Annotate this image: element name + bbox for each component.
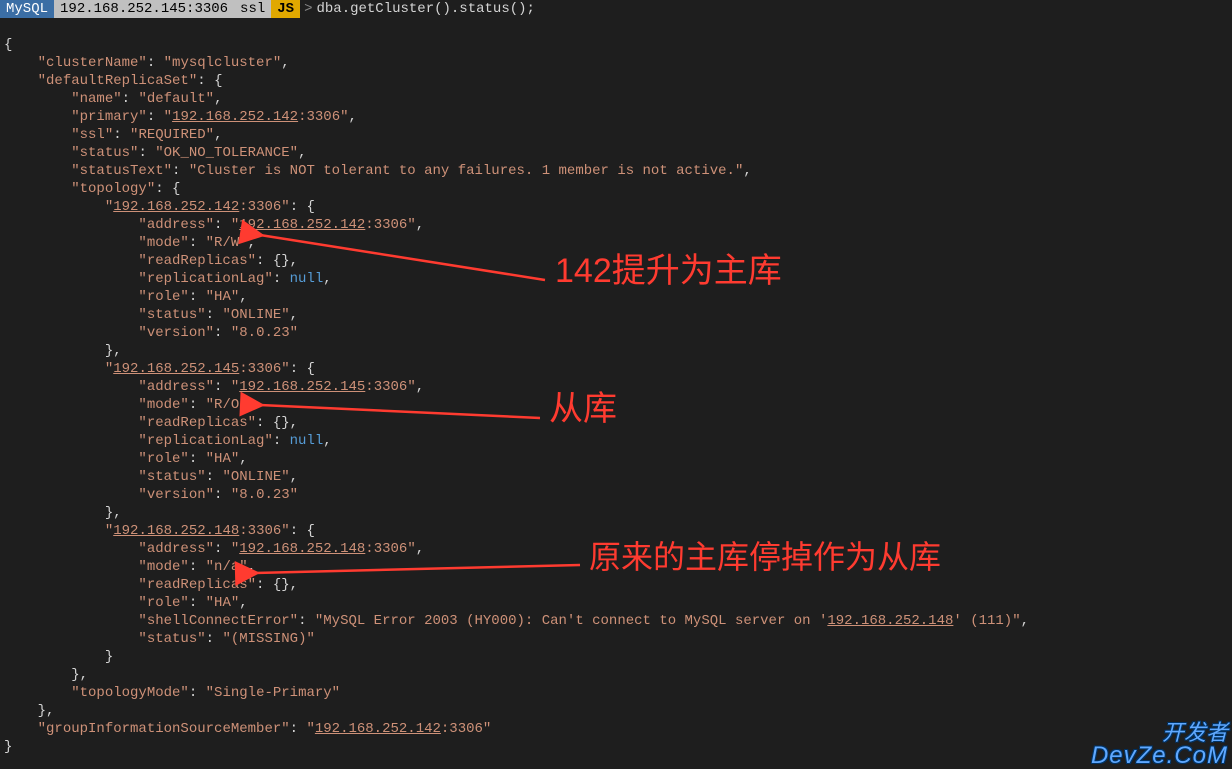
badge-host: 192.168.252.145:3306 bbox=[54, 0, 234, 18]
badge-ssl: ssl bbox=[234, 0, 271, 18]
shell-prompt-bar: MySQL 192.168.252.145:3306 ssl JS > dba.… bbox=[0, 0, 1232, 18]
badge-language-js: JS bbox=[271, 0, 300, 18]
shell-command[interactable]: dba.getCluster().status(); bbox=[316, 0, 534, 18]
prompt-caret: > bbox=[300, 0, 316, 18]
badge-mysql: MySQL bbox=[0, 0, 54, 18]
json-output: { "clusterName": "mysqlcluster", "defaul… bbox=[0, 18, 1232, 756]
